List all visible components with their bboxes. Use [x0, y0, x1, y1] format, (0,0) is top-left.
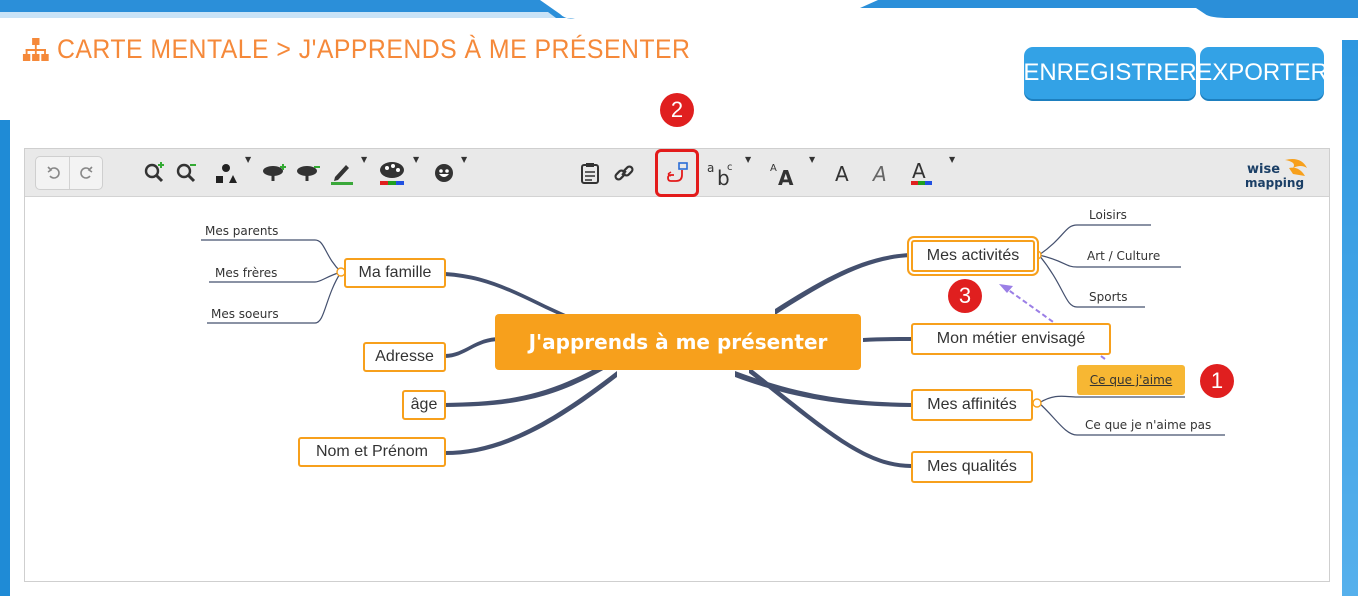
font-color-button[interactable]: A	[905, 157, 939, 189]
wisemapping-logo: wise mapping	[1245, 159, 1307, 190]
branch-affinites	[735, 371, 911, 407]
svg-text:A: A	[770, 163, 777, 174]
background-color-button[interactable]	[375, 157, 409, 189]
delete-topic-button[interactable]	[293, 157, 323, 189]
leaf-ce-que-je-naime-pas[interactable]: Ce que je n'aime pas	[1085, 418, 1211, 432]
font-icon: AA	[770, 163, 794, 186]
topic-mes-affinites[interactable]: Mes affinités	[911, 389, 1033, 421]
right-side-strip	[1342, 40, 1358, 596]
note-button[interactable]	[577, 157, 603, 189]
font-color-icon: A	[911, 159, 932, 185]
font-color-caret: ▼	[949, 155, 956, 164]
svg-text:A: A	[871, 162, 887, 185]
branch-qualites	[749, 367, 911, 468]
editor-toolbar: ▼ ▼ ▼ ▼ abc ▼ AA ▼ A A A ▼ wise mapping	[25, 149, 1329, 197]
topic-age[interactable]: âge	[402, 390, 446, 420]
undo-button[interactable]	[42, 157, 66, 189]
svg-text:c: c	[727, 162, 733, 173]
branch-famille	[445, 272, 570, 320]
logo-line2: mapping	[1245, 176, 1304, 190]
left-side-strip	[0, 120, 10, 596]
topic-adresse[interactable]: Adresse	[363, 342, 446, 372]
shape-caret: ▼	[245, 155, 252, 164]
mindmap-editor: ▼ ▼ ▼ ▼ abc ▼ AA ▼ A A A ▼ wise mapping …	[24, 148, 1330, 582]
export-button[interactable]: EXPORTER	[1196, 47, 1328, 99]
zoom-out-button[interactable]	[173, 157, 199, 189]
redo-icon	[80, 166, 93, 179]
font-button[interactable]: AA	[767, 157, 803, 189]
zoom-in-icon	[144, 162, 164, 183]
border-color-button[interactable]	[327, 157, 357, 189]
delete-topic-icon	[297, 166, 320, 181]
emoji-icon	[435, 164, 453, 182]
topic-shape-button[interactable]	[211, 157, 241, 189]
topic-ma-famille[interactable]: Ma famille	[344, 258, 446, 288]
svg-text:a: a	[707, 161, 714, 175]
page-title-text: CARTE MENTALE > J'APPRENDS À ME PRÉSENTE…	[56, 34, 691, 64]
text-size-caret: ▼	[745, 155, 752, 164]
bold-icon: A	[835, 162, 849, 185]
topic-mes-qualites[interactable]: Mes qualités	[911, 451, 1033, 483]
zoom-out-icon	[176, 163, 196, 183]
topic-nom-prenom[interactable]: Nom et Prénom	[298, 437, 446, 467]
italic-icon: A	[871, 162, 887, 185]
add-topic-button[interactable]	[259, 157, 289, 189]
italic-button[interactable]: A	[869, 157, 895, 189]
background-color-icon	[380, 162, 404, 185]
shape-icon	[216, 164, 237, 183]
header-decoration	[0, 0, 1358, 19]
branch-activites	[775, 253, 911, 315]
save-button[interactable]: ENREGISTRER	[1023, 47, 1197, 99]
step-badge-2: 2	[660, 93, 694, 127]
link-icon	[614, 165, 634, 181]
border-color-icon	[331, 165, 353, 185]
step-badge-3: 3	[948, 279, 982, 313]
link-button[interactable]	[609, 157, 639, 189]
redo-button[interactable]	[74, 157, 98, 189]
svg-text:A: A	[912, 159, 926, 183]
topic-mes-activites[interactable]: Mes activités	[911, 240, 1035, 272]
note-icon	[581, 163, 599, 184]
zoom-in-button[interactable]	[141, 157, 167, 189]
bold-button[interactable]: A	[831, 157, 857, 189]
step-badge-1: 1	[1200, 364, 1234, 398]
central-topic[interactable]: J'apprends à me présenter	[495, 314, 861, 370]
affinites-collapse-dot[interactable]	[1032, 398, 1042, 408]
leaf-sports[interactable]: Sports	[1089, 290, 1127, 304]
leaf-ce-que-jaime-label: Ce que j'aime	[1089, 373, 1173, 387]
branch-nom	[445, 371, 617, 455]
logo-line1: wise	[1247, 162, 1280, 177]
text-size-button[interactable]: abc	[705, 157, 741, 189]
leaf-loisirs[interactable]: Loisirs	[1089, 208, 1127, 222]
page-title: CARTE MENTALE > J'APPRENDS À ME PRÉSENTE…	[22, 34, 690, 65]
svg-text:A: A	[778, 166, 794, 186]
leaf-art-culture[interactable]: Art / Culture	[1087, 249, 1160, 263]
topic-mon-metier[interactable]: Mon métier envisagé	[911, 323, 1111, 355]
add-topic-icon	[263, 164, 286, 181]
font-caret: ▼	[809, 155, 816, 164]
emoji-button[interactable]	[429, 157, 459, 189]
background-color-caret: ▼	[413, 155, 420, 164]
undo-icon	[47, 166, 60, 179]
sitemap-icon	[22, 37, 49, 61]
undo-redo-group	[35, 156, 103, 190]
mindmap-canvas: J'apprends à me présenter Ma famille Adr…	[25, 197, 1331, 583]
border-color-caret: ▼	[361, 155, 368, 164]
text-size-icon: a bc	[707, 161, 733, 186]
leaf-ce-que-jaime[interactable]: Ce que j'aime	[1077, 365, 1185, 395]
leaf-mes-freres[interactable]: Mes frères	[215, 266, 277, 280]
branch-adresse	[445, 337, 500, 358]
leaf-mes-parents[interactable]: Mes parents	[205, 224, 278, 238]
emoji-caret: ▼	[461, 155, 468, 164]
undo-redo-separator	[69, 157, 70, 189]
branch-metier	[863, 337, 911, 342]
leaf-mes-soeurs[interactable]: Mes soeurs	[211, 307, 279, 321]
relationship-highlight	[655, 149, 699, 197]
svg-text:A: A	[835, 162, 849, 185]
connector-aime	[1038, 395, 1185, 404]
